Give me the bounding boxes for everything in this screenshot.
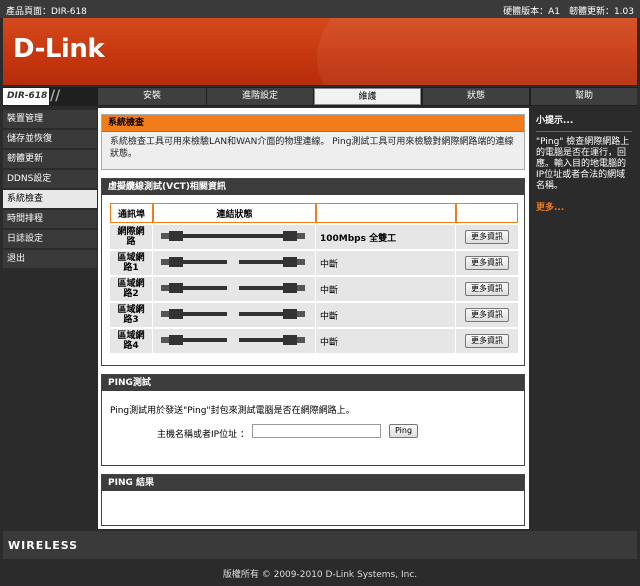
link-status: 中斷 [316,303,456,327]
tab-setup[interactable]: 安裝 [97,88,206,105]
table-row: 區域網 路1 中斷 更多資訊 [110,251,518,275]
tab-help[interactable]: 幫助 [530,88,637,105]
table-row: 區域網 路2 中斷 更多資訊 [110,277,518,301]
ping-result-panel: PING 結果 [101,474,525,526]
hints-text: "Ping" 檢查網際網路上的電腦是否在運行，回應。輸入目的地電腦的IP位址或者… [536,137,630,191]
cable-connected-icon [153,225,316,249]
tab-advanced[interactable]: 進階設定 [206,88,313,105]
port-label: 區域網 路2 [110,277,153,301]
hints-divider [536,131,632,132]
more-info-button[interactable]: 更多資訊 [465,256,509,270]
model-label: DIR-618 [3,88,49,105]
sidebar-item-log-settings[interactable]: 日誌設定 [3,230,97,249]
firmware-version-label: 硬體版本：A1 韌體更新：1.03 [503,7,634,17]
footer-bar [3,531,637,559]
table-row: 網際網路 100Mbps 全雙工 更多資訊 [110,225,518,249]
sidebar-item-save-restore[interactable]: 儲存並恢復 [3,130,97,149]
link-status: 中斷 [316,277,456,301]
vct-table: 通訊埠 連結狀態 網際網路 100Mbps 全雙工 更多資訊 區域網路1 中斷 … [110,201,518,355]
ping-host-label: 主機名稱或者IP位址 ： [157,430,249,440]
more-info-button[interactable]: 更多資訊 [465,230,509,244]
port-label: 區域網 路1 [110,251,153,275]
ping-host-input[interactable] [252,424,381,438]
system-check-title: 系統檢查 [102,115,524,132]
ping-test-title: PING測試 [102,375,524,391]
system-check-intro: 系統檢查工具可用來檢驗LAN和WAN介面的物理連線。 Ping測試工具可用來檢驗… [110,137,514,159]
link-status: 中斷 [316,329,456,353]
tab-maintenance[interactable]: 維護 [314,88,421,105]
vct-title: 虛擬纜線測試(VCT)相關資訊 [102,179,524,195]
port-label: 區域網 路4 [110,329,153,353]
sidebar: 裝置管理 儲存並恢復 韌體更新 DDNS設定 系統檢查 時間排程 日誌設定 退出 [3,108,97,529]
ping-test-panel: PING測試 Ping測試用於發送"Ping"封包來測試電腦是否在網際網路上。 … [101,374,525,466]
hints-panel: 小提示... "Ping" 檢查網際網路上的電腦是否在運行，回應。輸入目的地電腦… [531,108,637,529]
vct-panel: 虛擬纜線測試(VCT)相關資訊 通訊埠 連結狀態 網際網路 100Mbps 全雙… [101,178,525,366]
cable-disconnected-icon [153,277,316,301]
tab-status[interactable]: 狀態 [422,88,529,105]
ping-test-description: Ping測試用於發送"Ping"封包來測試電腦是否在網際網路上。 [110,406,355,416]
copyright-text: 版權所有 © 2009-2010 D-Link Systems, Inc. [222,570,418,580]
hints-more-link[interactable]: 更多... [531,194,637,219]
more-info-button[interactable]: 更多資訊 [465,308,509,322]
sidebar-item-device-admin[interactable]: 裝置管理 [3,110,97,129]
main-content: 系統檢查 系統檢查工具可用來檢驗LAN和WAN介面的物理連線。 Ping測試工具… [98,108,529,529]
table-row: 區域網 路3 中斷 更多資訊 [110,303,518,327]
sidebar-item-ddns[interactable]: DDNS設定 [3,170,97,189]
banner-decoration [317,18,637,85]
header-banner: D-Link [3,18,637,85]
link-status: 100Mbps 全雙工 [316,225,456,249]
sidebar-item-logout[interactable]: 退出 [3,250,97,269]
system-check-panel: 系統檢查 系統檢查工具可用來檢驗LAN和WAN介面的物理連線。 Ping測試工具… [101,114,525,170]
product-page-label: 產品頁面：DIR-618 [6,7,87,17]
more-info-button[interactable]: 更多資訊 [465,282,509,296]
sidebar-item-system-check[interactable]: 系統檢查 [3,190,97,209]
vct-col-action [456,203,518,223]
model-divider: // [50,88,61,104]
sidebar-item-firmware[interactable]: 韌體更新 [3,150,97,169]
vct-col-status [316,203,456,223]
port-label: 網際網路 [110,225,153,249]
wireless-logo: WIRELESS [8,539,79,552]
dlink-logo: D-Link [13,34,105,64]
cable-disconnected-icon [153,251,316,275]
vct-header-row: 通訊埠 連結狀態 [110,203,518,223]
cable-disconnected-icon [153,303,316,327]
ping-button[interactable]: Ping [389,424,419,438]
top-info-bar: 產品頁面：DIR-618 硬體版本：A1 韌體更新：1.03 [0,0,640,18]
port-label: 區域網 路3 [110,303,153,327]
table-row: 區域網 路4 中斷 更多資訊 [110,329,518,353]
sidebar-item-schedules[interactable]: 時間排程 [3,210,97,229]
more-info-button[interactable]: 更多資訊 [465,334,509,348]
vct-col-port: 通訊埠 [110,203,153,223]
cable-disconnected-icon [153,329,316,353]
hints-title: 小提示... [536,116,574,126]
ping-result-title: PING 結果 [102,475,524,491]
link-status: 中斷 [316,251,456,275]
vct-col-link: 連結狀態 [153,203,316,223]
